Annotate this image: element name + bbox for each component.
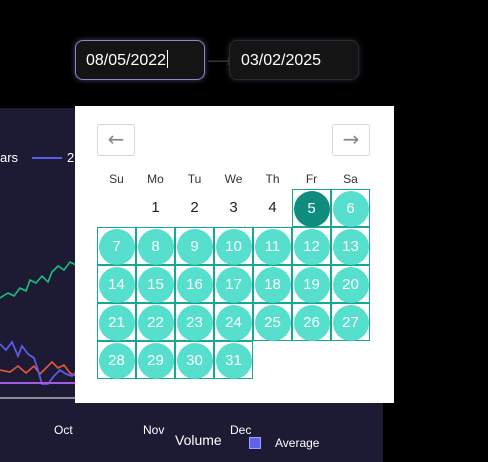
weekday-2: Tu bbox=[187, 172, 202, 186]
day-number: 21 bbox=[108, 314, 125, 331]
day-number: 17 bbox=[225, 276, 242, 293]
day-number: 19 bbox=[303, 276, 320, 293]
month-label-oct: Oct bbox=[54, 423, 73, 437]
day-cell[interactable]: 9 bbox=[175, 227, 214, 265]
day-cell[interactable]: 17 bbox=[214, 265, 253, 303]
day-cell[interactable]: 12 bbox=[292, 227, 331, 265]
day-number: 8 bbox=[151, 238, 160, 255]
arrow-right-icon: → bbox=[342, 127, 360, 151]
day-number: 15 bbox=[147, 276, 164, 293]
day-number: 28 bbox=[108, 352, 125, 369]
average-label: Average bbox=[275, 436, 320, 450]
day-number: 20 bbox=[342, 276, 359, 293]
day-cell[interactable]: 28 bbox=[97, 341, 136, 379]
day-cell[interactable]: 16 bbox=[175, 265, 214, 303]
day-cell[interactable]: 18 bbox=[253, 265, 292, 303]
start-date-input[interactable]: 08/05/2022 bbox=[75, 40, 205, 80]
weekday-5: Fr bbox=[305, 172, 318, 186]
legend-label-2: 2 bbox=[67, 150, 75, 165]
day-cell[interactable]: 24 bbox=[214, 303, 253, 341]
day-number: 6 bbox=[346, 200, 355, 217]
day-number: 16 bbox=[186, 276, 203, 293]
day-cell[interactable]: 7 bbox=[97, 227, 136, 265]
arrow-left-icon: ← bbox=[107, 127, 125, 151]
day-number: 12 bbox=[303, 238, 320, 255]
calendar-popup: ← → Su Mo Tu We Th Fr Sa 1 2 3 4 5 6 7 8 9 10 11 12 13 14 15… bbox=[75, 106, 394, 403]
average-legend-swatch[interactable] bbox=[249, 437, 261, 449]
day-cell[interactable]: 6 bbox=[331, 189, 370, 227]
day-number: 14 bbox=[108, 276, 125, 293]
day-number: 27 bbox=[342, 314, 359, 331]
day-number: 24 bbox=[225, 314, 242, 331]
day-number: 5 bbox=[307, 200, 316, 217]
legend-label-1: ars bbox=[0, 150, 19, 165]
day-cell[interactable]: 8 bbox=[136, 227, 175, 265]
day-cell[interactable]: 21 bbox=[97, 303, 136, 341]
day-number: 26 bbox=[303, 314, 320, 331]
day-cell[interactable]: 20 bbox=[331, 265, 370, 303]
day-number: 2 bbox=[190, 199, 199, 216]
end-date-value: 03/02/2025 bbox=[241, 52, 322, 69]
day-cell[interactable]: 4 bbox=[253, 189, 292, 227]
day-cell[interactable]: 14 bbox=[97, 265, 136, 303]
next-month-button[interactable]: → bbox=[332, 124, 370, 156]
day-cell[interactable]: 23 bbox=[175, 303, 214, 341]
day-cell[interactable]: 13 bbox=[331, 227, 370, 265]
weekday-0: Su bbox=[109, 172, 124, 186]
prev-month-button[interactable]: ← bbox=[97, 124, 135, 156]
day-number: 29 bbox=[147, 352, 164, 369]
text-caret bbox=[167, 50, 169, 68]
weekday-4: Th bbox=[265, 172, 280, 186]
day-number: 9 bbox=[190, 238, 199, 255]
day-cell[interactable]: 29 bbox=[136, 341, 175, 379]
month-label-dec: Dec bbox=[230, 423, 252, 437]
day-number: 22 bbox=[147, 314, 164, 331]
day-cell[interactable]: 2 bbox=[175, 189, 214, 227]
start-date-value: 08/05/2022 bbox=[86, 52, 167, 69]
day-number: 31 bbox=[225, 352, 242, 369]
day-number: 3 bbox=[229, 199, 238, 216]
day-number: 4 bbox=[268, 199, 277, 216]
volume-label: Volume bbox=[175, 432, 222, 448]
day-cell[interactable]: 22 bbox=[136, 303, 175, 341]
day-number: 18 bbox=[264, 276, 281, 293]
weekday-6: Sa bbox=[343, 172, 358, 186]
day-number: 1 bbox=[151, 199, 160, 216]
day-cell[interactable]: 30 bbox=[175, 341, 214, 379]
day-cell[interactable]: 5 bbox=[292, 189, 331, 227]
day-cell[interactable]: 1 bbox=[136, 189, 175, 227]
day-cell[interactable]: 25 bbox=[253, 303, 292, 341]
day-cell[interactable]: 26 bbox=[292, 303, 331, 341]
month-label-nov: Nov bbox=[143, 423, 165, 437]
day-cell[interactable]: 10 bbox=[214, 227, 253, 265]
day-cell[interactable]: 15 bbox=[136, 265, 175, 303]
end-date-input[interactable]: 03/02/2025 bbox=[229, 40, 359, 80]
day-cell[interactable]: 27 bbox=[331, 303, 370, 341]
day-number: 23 bbox=[186, 314, 203, 331]
day-number: 10 bbox=[225, 238, 242, 255]
day-cell[interactable]: 3 bbox=[214, 189, 253, 227]
day-number: 25 bbox=[264, 314, 281, 331]
day-number: 13 bbox=[342, 238, 359, 255]
day-cell[interactable]: 31 bbox=[214, 341, 253, 379]
weekday-3: We bbox=[224, 172, 243, 186]
weekday-1: Mo bbox=[147, 172, 164, 186]
day-number: 30 bbox=[186, 352, 203, 369]
day-cell[interactable]: 11 bbox=[253, 227, 292, 265]
day-number: 7 bbox=[112, 238, 121, 255]
day-cell[interactable]: 19 bbox=[292, 265, 331, 303]
day-number: 11 bbox=[264, 238, 281, 255]
